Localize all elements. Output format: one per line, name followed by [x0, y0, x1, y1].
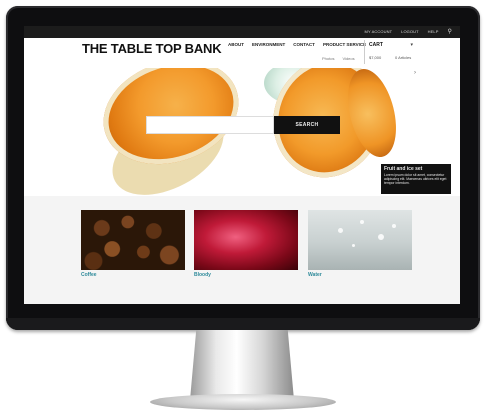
top-links: MY ACCOUNT LOGOUT HELP ⚲: [365, 28, 452, 35]
site-logo[interactable]: THE TABLE TOP BANK: [82, 41, 222, 56]
monitor-chin: [6, 318, 480, 330]
cart-count: 0 Articles: [395, 55, 412, 60]
cart-value: $7,000: [369, 55, 382, 60]
search-button[interactable]: SEARCH: [274, 116, 340, 134]
nav-item-about[interactable]: ABOUT: [228, 42, 244, 47]
thumbnail-label-water[interactable]: Water: [308, 272, 322, 278]
chevron-down-icon[interactable]: ▾: [410, 42, 413, 48]
sub-nav: Photos Videos: [322, 56, 355, 61]
top-link-my-account[interactable]: MY ACCOUNT: [365, 29, 393, 34]
main-nav: ABOUT ENVIRONMENT CONTACT PRODUCT SERVIC…: [228, 42, 366, 47]
hero-caption: Fruit and ice set Lorem ipsum dolor sit …: [381, 164, 451, 194]
cart-widget[interactable]: CART ▾ $7,000 0 Articles: [364, 40, 415, 64]
top-bar: MY ACCOUNT LOGOUT HELP ⚲: [24, 26, 460, 38]
caption-body: Lorem ipsum dolor sit amet, consectetur …: [384, 173, 447, 185]
sub-nav-photos[interactable]: Photos: [322, 56, 334, 61]
nav-item-environment[interactable]: ENVIRONMENT: [252, 42, 285, 47]
chevron-right-icon[interactable]: ›: [414, 70, 416, 76]
thumbnail-water[interactable]: [308, 210, 412, 270]
monitor-stand-base: [150, 394, 336, 410]
monitor-stand-neck: [190, 330, 294, 400]
sub-nav-videos[interactable]: Videos: [342, 56, 354, 61]
top-link-help[interactable]: HELP: [428, 29, 439, 34]
nav-item-contact[interactable]: CONTACT: [293, 42, 315, 47]
top-link-logout[interactable]: LOGOUT: [401, 29, 419, 34]
thumbnail-label-bloody[interactable]: Bloody: [194, 272, 211, 278]
cart-title: CART: [369, 42, 383, 48]
thumbnail-bloody[interactable]: [194, 210, 298, 270]
thumbnail-coffee[interactable]: [81, 210, 185, 270]
thumbnail-label-coffee[interactable]: Coffee: [81, 272, 97, 278]
nav-item-product-service[interactable]: PRODUCT SERVICE: [323, 42, 366, 47]
search-input[interactable]: [146, 116, 274, 134]
caption-title: Fruit and ice set: [384, 166, 423, 172]
search-icon[interactable]: ⚲: [448, 28, 453, 35]
monitor-screen: MY ACCOUNT LOGOUT HELP ⚲ THE TABLE TOP B…: [24, 26, 460, 304]
